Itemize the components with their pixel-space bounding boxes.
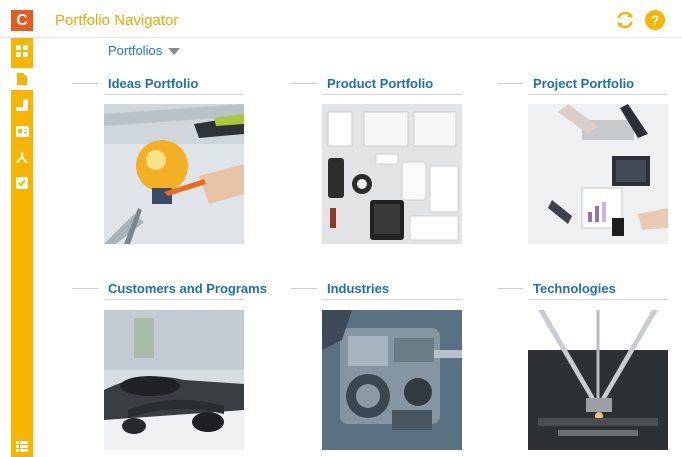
card-icon [15,125,29,137]
app-logo: C [11,10,33,31]
sidebar-item-charts[interactable] [11,94,33,116]
divider [291,288,317,289]
portfolios-dropdown[interactable]: Portfolios [108,43,181,58]
top-bar: C Portfolio Navigator ? [0,0,682,38]
chart-icon [16,99,28,111]
sidebar-item-dashboard[interactable] [11,40,33,62]
divider [528,94,668,95]
refresh-icon[interactable] [614,9,636,31]
chevron-down-icon [168,48,181,55]
divider [528,299,668,300]
tile-title-industries[interactable]: Industries [327,281,389,296]
divider [322,94,462,95]
sidebar-item-documents[interactable] [11,68,33,90]
divider [72,83,98,84]
tile-title-technologies[interactable]: Technologies [533,281,616,296]
dashboard-icon [16,45,28,57]
lightbulb-sketch-image[interactable] [104,104,244,244]
help-icon[interactable]: ? [645,10,665,30]
engine-image[interactable] [322,310,462,450]
divider [497,83,523,84]
sidebar-item-list[interactable] [11,435,33,457]
tile-title-customers[interactable]: Customers and Programs [108,281,267,296]
divider [497,288,523,289]
divider [72,288,98,289]
meeting-table-devices-image[interactable] [528,104,668,244]
tile-title-project[interactable]: Project Portfolio [533,76,634,91]
sidebar-item-checklist[interactable] [11,172,33,194]
list-icon [16,440,28,452]
sidebar [11,38,33,457]
divider [322,299,462,300]
branch-icon [16,151,28,163]
portfolios-dropdown-label: Portfolios [108,43,163,58]
document-icon [17,73,27,85]
divider [291,83,317,84]
product-mockup-flatlay-image[interactable] [322,104,462,244]
delta-robot-printer-image[interactable] [528,310,668,450]
sidebar-item-cards[interactable] [11,120,33,142]
tile-title-ideas[interactable]: Ideas Portfolio [108,76,198,91]
divider [104,299,244,300]
phone-headset-image[interactable] [104,310,244,450]
app-title: Portfolio Navigator [55,12,179,29]
divider [104,94,244,95]
checklist-icon [16,177,28,189]
tile-title-product[interactable]: Product Portfolio [327,76,433,91]
sidebar-item-branches[interactable] [11,146,33,168]
